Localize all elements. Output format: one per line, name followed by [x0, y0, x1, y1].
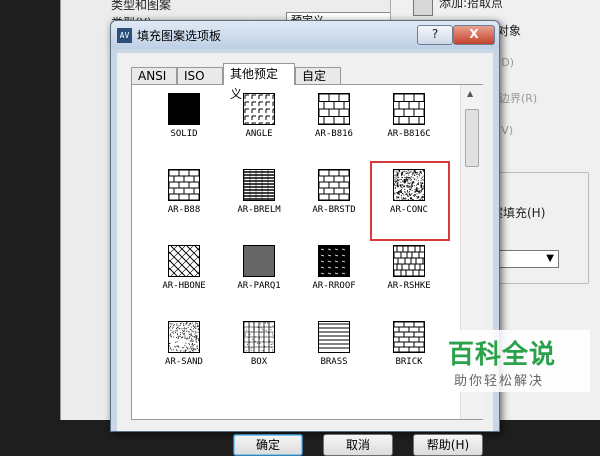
pattern-label: AR-B816C	[372, 129, 446, 139]
pattern-cell-brass[interactable]: BRASS	[297, 317, 371, 391]
sand-pattern-icon[interactable]	[168, 321, 200, 353]
help-button[interactable]: 帮助(H)	[413, 434, 483, 456]
pattern-cell-ar-hbone[interactable]: AR-HBONE	[147, 241, 221, 315]
watermark: 百科全说 助你轻松解决	[440, 330, 590, 392]
dialog-titlebar[interactable]: AV 填充图案选项板 ? X	[111, 21, 499, 49]
pattern-cell-ar-brelm[interactable]: AR-BRELM	[222, 165, 296, 239]
pattern-label: AR-RSHKE	[372, 281, 446, 291]
title-help-button[interactable]: ?	[417, 25, 453, 45]
brass-pattern-icon[interactable]	[318, 321, 350, 353]
scroll-up-icon[interactable]: ▲	[467, 89, 473, 98]
pattern-cell-ar-b816[interactable]: AR-B816	[297, 89, 371, 163]
pick-point-icon[interactable]	[413, 0, 433, 16]
pattern-cell-ar-sand[interactable]: AR-SAND	[147, 317, 221, 391]
pattern-label: BOX	[222, 357, 296, 367]
pattern-cell-ar-parq1[interactable]: AR-PARQ1	[222, 241, 296, 315]
bg-select-objects[interactable]: 对象	[497, 22, 521, 39]
pattern-cell-ar-b88[interactable]: AR-B88	[147, 165, 221, 239]
pattern-label: AR-RROOF	[297, 281, 371, 291]
dialog-title: 填充图案选项板	[137, 27, 221, 44]
brick-pattern-icon[interactable]	[318, 93, 350, 125]
brick-pattern-icon[interactable]	[393, 93, 425, 125]
selected-pattern-highlight	[370, 161, 450, 241]
app-icon: AV	[117, 28, 132, 43]
pattern-grid: SOLIDANGLEAR-B816AR-B816CAR-B88AR-BRELMA…	[132, 85, 460, 419]
pattern-label: AR-SAND	[147, 357, 221, 367]
angle-pattern-icon[interactable]	[243, 93, 275, 125]
watermark-subtitle: 助你轻松解决	[454, 370, 544, 389]
scrollbar-thumb[interactable]	[465, 109, 479, 167]
herringbone-pattern-icon[interactable]	[168, 245, 200, 277]
chevron-down-icon: ▼	[546, 253, 554, 264]
brick-elm-pattern-icon[interactable]	[243, 169, 275, 201]
pattern-panel: SOLIDANGLEAR-B816AR-B816CAR-B88AR-BRELMA…	[131, 84, 483, 420]
solid-pattern-icon[interactable]	[168, 93, 200, 125]
pattern-label: BRICK	[372, 357, 446, 367]
ok-button[interactable]: 确定	[233, 434, 303, 456]
dialog-client-area: ANSI ISO 其他预定义 自定义 SOLIDANGLEAR-B816AR-B…	[117, 53, 493, 431]
title-close-button[interactable]: X	[453, 25, 495, 45]
pattern-label: AR-PARQ1	[222, 281, 296, 291]
box-pattern-icon[interactable]	[243, 321, 275, 353]
watermark-title: 百科全说	[448, 334, 556, 371]
pattern-label: AR-B88	[147, 205, 221, 215]
pattern-cell-ar-rshke[interactable]: AR-RSHKE	[372, 241, 446, 315]
pattern-cell-ar-rroof[interactable]: AR-RROOF	[297, 241, 371, 315]
pattern-cell-solid[interactable]: SOLID	[147, 89, 221, 163]
pattern-label: AR-BRELM	[222, 205, 296, 215]
pattern-cell-ar-brstd[interactable]: AR-BRSTD	[297, 165, 371, 239]
bg-item-boundary: 边界(R)	[499, 90, 537, 106]
pattern-label: BRASS	[297, 357, 371, 367]
tab-ansi[interactable]: ANSI	[131, 67, 177, 84]
pattern-label: AR-HBONE	[147, 281, 221, 291]
pattern-cell-ar-b816c[interactable]: AR-B816C	[372, 89, 446, 163]
tab-custom[interactable]: 自定义	[295, 67, 341, 84]
pattern-cell-brick[interactable]: BRICK	[372, 317, 446, 391]
brick-pattern-icon[interactable]	[318, 169, 350, 201]
bg-pattern-group-label: 类型和图案	[111, 0, 171, 13]
tab-iso[interactable]: ISO	[177, 67, 223, 84]
brick-pattern-icon[interactable]	[393, 321, 425, 353]
bg-pick-points[interactable]: 添加:拾取点	[439, 0, 503, 11]
pattern-label: ANGLE	[222, 129, 296, 139]
parquet-pattern-icon[interactable]	[243, 245, 275, 277]
cancel-button[interactable]: 取消	[323, 434, 393, 456]
pattern-label: SOLID	[147, 129, 221, 139]
shake-pattern-icon[interactable]	[393, 245, 425, 277]
brick-pattern-icon[interactable]	[168, 169, 200, 201]
pattern-label: AR-BRSTD	[297, 205, 371, 215]
pattern-cell-box[interactable]: BOX	[222, 317, 296, 391]
roof-pattern-icon[interactable]	[318, 245, 350, 277]
pattern-label: AR-B816	[297, 129, 371, 139]
tab-other-predefined[interactable]: 其他预定义	[223, 63, 295, 85]
